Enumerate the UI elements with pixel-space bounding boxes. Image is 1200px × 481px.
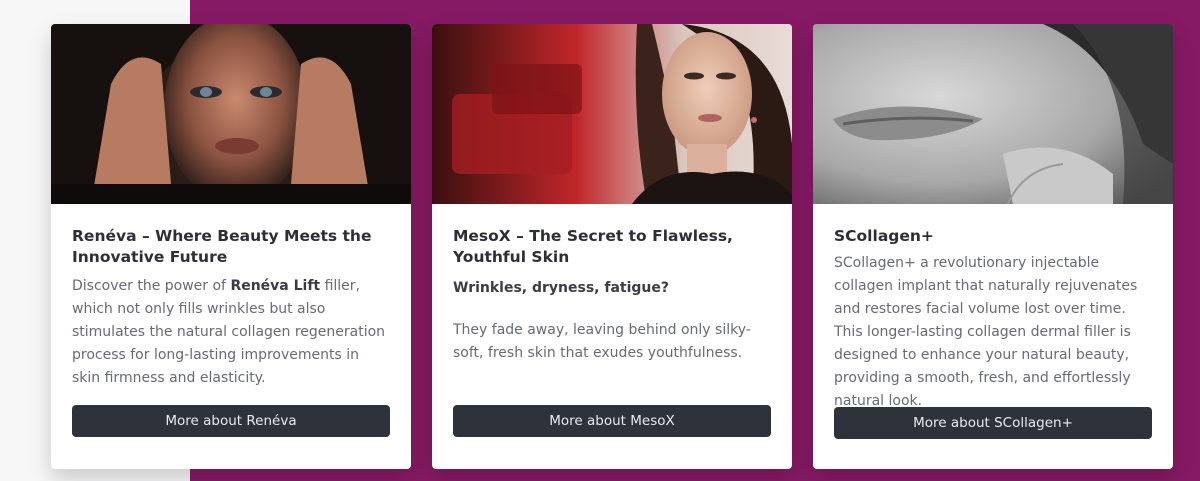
more-about-scollagen-button[interactable]: More about SCollagen+ — [834, 407, 1152, 439]
card-subtitle: Wrinkles, dryness, fatigue? — [453, 280, 670, 296]
product-card-scollagen: SCollagen+ SCollagen+ a revolutionary in… — [813, 24, 1173, 469]
card-body: Renéva – Where Beauty Meets the Innovati… — [72, 226, 390, 390]
card-body: MesoX – The Secret to Flawless, Youthful… — [453, 226, 771, 365]
product-card-reneva: Renéva – Where Beauty Meets the Innovati… — [51, 24, 411, 469]
reneva-photo — [51, 24, 411, 204]
more-about-reneva-button[interactable]: More about Renéva — [72, 405, 390, 437]
mesox-photo — [432, 24, 792, 204]
card-body: SCollagen+ SCollagen+ a revolutionary in… — [834, 226, 1152, 413]
scollagen-photo — [813, 24, 1173, 204]
card-title: Renéva – Where Beauty Meets the Innovati… — [72, 227, 372, 266]
description-text: filler, which not only fills wrinkles bu… — [72, 278, 386, 386]
more-about-mesox-button[interactable]: More about MesoX — [453, 405, 771, 437]
card-title: MesoX – The Secret to Flawless, Youthful… — [453, 227, 733, 266]
description-bold-text: Renéva Lift — [230, 278, 321, 294]
description-text: Discover the power of — [72, 278, 231, 294]
card-description: They fade away, leaving behind only silk… — [453, 322, 751, 361]
card-description: Discover the power of Renéva Lift filler… — [72, 275, 390, 390]
card-title: SCollagen+ — [834, 227, 934, 245]
product-card-mesox: MesoX – The Secret to Flawless, Youthful… — [432, 24, 792, 469]
card-description: SCollagen+ a revolutionary injectable co… — [834, 255, 1138, 409]
